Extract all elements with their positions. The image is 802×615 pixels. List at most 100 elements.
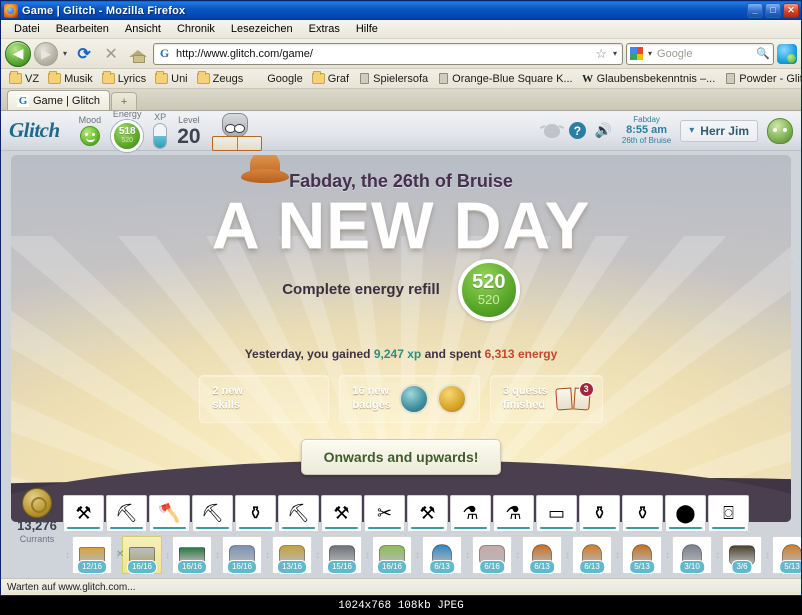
- bookmark-graf[interactable]: Graf: [308, 71, 353, 86]
- grey-sack-pack[interactable]: 3/10: [672, 536, 712, 574]
- history-dropdown-icon[interactable]: ▾: [61, 49, 69, 58]
- close-icon[interactable]: ✕: [116, 549, 124, 560]
- sound-icon[interactable]: 🔊: [595, 122, 613, 139]
- new-tab-button[interactable]: +: [111, 92, 138, 110]
- drag-handle-icon[interactable]: ↕: [613, 550, 622, 561]
- orange-sack3-pack[interactable]: 5/13: [622, 536, 662, 574]
- bookmark-google[interactable]: Google: [248, 72, 306, 86]
- mining-pick-tool[interactable]: ⛏: [278, 495, 319, 532]
- drag-handle-icon[interactable]: ↕: [413, 550, 422, 561]
- card-quests-finished[interactable]: 3 quests finished 3: [489, 374, 603, 423]
- mortar-tool[interactable]: ⚗: [450, 495, 491, 532]
- user-avatar[interactable]: [767, 117, 793, 144]
- satchel-pack[interactable]: 3/6: [722, 536, 762, 574]
- forward-button[interactable]: ▶: [34, 41, 58, 66]
- reload-icon[interactable]: ⟳: [72, 42, 96, 66]
- stock-pot-tool[interactable]: ⌼: [708, 495, 749, 532]
- drag-handle-icon[interactable]: ↕: [213, 550, 222, 561]
- card-new-badges[interactable]: 16 new badges: [339, 374, 480, 423]
- bookmark-orange-blue[interactable]: Orange-Blue Square K...: [433, 72, 576, 86]
- drag-handle-icon[interactable]: ↕: [763, 550, 772, 561]
- shovel-tool[interactable]: ⚒: [321, 495, 362, 532]
- bookmark-star-icon[interactable]: ☆: [595, 46, 607, 62]
- card-new-skills[interactable]: 2 new skills: [199, 374, 330, 423]
- bookmark-lyrics[interactable]: Lyrics: [98, 71, 150, 86]
- search-engine-dropdown-icon[interactable]: ▾: [646, 49, 654, 58]
- green-toolbox-pack[interactable]: 16/16: [172, 536, 212, 574]
- menu-datei[interactable]: Datei: [7, 21, 47, 37]
- orange-sack2-pack[interactable]: 6/13: [572, 536, 612, 574]
- kettle-tool[interactable]: ⚱: [622, 495, 663, 532]
- pack-slot: ↕ 16/16: [213, 536, 262, 574]
- drag-handle-icon[interactable]: ↕: [563, 550, 572, 561]
- bookmark-musik[interactable]: Musik: [44, 71, 97, 86]
- bug-report-icon[interactable]: [543, 123, 560, 138]
- blue-sack-pack[interactable]: 6/13: [422, 536, 462, 574]
- menu-chronik[interactable]: Chronik: [170, 21, 222, 37]
- back-button[interactable]: ◀: [5, 40, 31, 67]
- home-button[interactable]: [126, 42, 150, 66]
- blue-bag-pack[interactable]: 16/16: [222, 536, 262, 574]
- grill-tool[interactable]: ⚱: [579, 495, 620, 532]
- currants-display[interactable]: 13,276 Currants: [9, 488, 65, 544]
- pick-tool[interactable]: ⛏: [192, 495, 233, 532]
- maximize-button[interactable]: □: [765, 3, 781, 18]
- orange-sack4-pack[interactable]: 5/13: [772, 536, 801, 574]
- url-bar[interactable]: G http://www.glitch.com/game/ ☆ ▾: [153, 42, 623, 65]
- onwards-button[interactable]: Onwards and upwards!: [300, 438, 502, 475]
- axe-tool[interactable]: 🪓: [149, 495, 190, 532]
- energy-stat[interactable]: Energy 518 520: [106, 111, 148, 152]
- search-icon[interactable]: 🔍: [756, 47, 770, 60]
- drag-handle-icon[interactable]: ↕: [313, 550, 322, 561]
- bookmark-powder[interactable]: Powder - Glitch Strate...: [720, 72, 801, 86]
- glitch-logo[interactable]: Glitch: [9, 118, 74, 143]
- drag-handle-icon[interactable]: ↕: [663, 550, 672, 561]
- drag-handle-icon[interactable]: ↕: [363, 550, 372, 561]
- drag-handle-icon[interactable]: ↕: [263, 550, 272, 561]
- menu-bearbeiten[interactable]: Bearbeiten: [49, 21, 116, 37]
- help-icon[interactable]: ?: [568, 122, 586, 139]
- menu-hilfe[interactable]: Hilfe: [349, 21, 385, 37]
- bookmark-glaubensbekenntnis[interactable]: W Glaubensbekenntnis –...: [578, 72, 720, 86]
- tab-game-glitch[interactable]: G Game | Glitch: [7, 90, 111, 110]
- drag-handle-icon[interactable]: ↕: [513, 550, 522, 561]
- hoe-tool[interactable]: ⚒: [407, 495, 448, 532]
- trowel-tool[interactable]: ⚒: [63, 495, 104, 532]
- rolling-pin-tool[interactable]: ▭: [536, 495, 577, 532]
- flask-tool[interactable]: ⚗: [493, 495, 534, 532]
- scissors-tool[interactable]: ✂: [364, 495, 405, 532]
- url-dropdown-icon[interactable]: ▾: [611, 49, 619, 58]
- bookmark-uni[interactable]: Uni: [151, 71, 192, 86]
- grey-toolbox-pack[interactable]: ✕ 16/16: [116, 536, 162, 574]
- frying-pan-tool[interactable]: ⬤: [665, 495, 706, 532]
- user-menu[interactable]: ▾ Herr Jim: [680, 119, 758, 142]
- menu-ansicht[interactable]: Ansicht: [118, 21, 168, 37]
- drag-handle-icon[interactable]: ↕: [163, 550, 172, 561]
- close-button[interactable]: ✕: [783, 3, 799, 18]
- bookmark-zeugs[interactable]: Zeugs: [193, 71, 248, 86]
- orange-sack-pack[interactable]: 6/13: [522, 536, 562, 574]
- skype-icon[interactable]: [777, 43, 797, 64]
- level-stat[interactable]: Level 20: [172, 115, 205, 147]
- watering-can-tool[interactable]: ⚱: [235, 495, 276, 532]
- menu-extras[interactable]: Extras: [302, 21, 347, 37]
- stop-icon[interactable]: ✕: [99, 42, 123, 66]
- bookmark-vz[interactable]: VZ: [5, 71, 43, 86]
- green-bag-pack[interactable]: 16/16: [372, 536, 412, 574]
- search-input[interactable]: Google: [657, 48, 753, 60]
- toolbox-pack[interactable]: 12/16: [72, 536, 112, 574]
- minimize-button[interactable]: _: [747, 3, 763, 18]
- bookmark-spielersofa[interactable]: Spielersofa: [354, 72, 432, 86]
- menu-lesezeichen[interactable]: Lesezeichen: [224, 21, 300, 37]
- drag-handle-icon[interactable]: ↕: [713, 550, 722, 561]
- pink-bag-pack[interactable]: 6/16: [472, 536, 512, 574]
- drag-handle-icon[interactable]: ↕: [463, 550, 472, 561]
- grey-bag-pack[interactable]: 15/16: [322, 536, 362, 574]
- search-bar[interactable]: ▾ Google 🔍: [626, 42, 774, 65]
- xp-stat[interactable]: XP: [148, 112, 172, 149]
- drag-handle-icon[interactable]: ↕: [63, 550, 72, 561]
- mood-stat[interactable]: Mood: [74, 115, 107, 146]
- pickaxe-tool[interactable]: ⛏: [106, 495, 147, 532]
- gold-bag-pack[interactable]: 13/16: [272, 536, 312, 574]
- bookmark-label: Powder - Glitch Strate...: [739, 72, 801, 85]
